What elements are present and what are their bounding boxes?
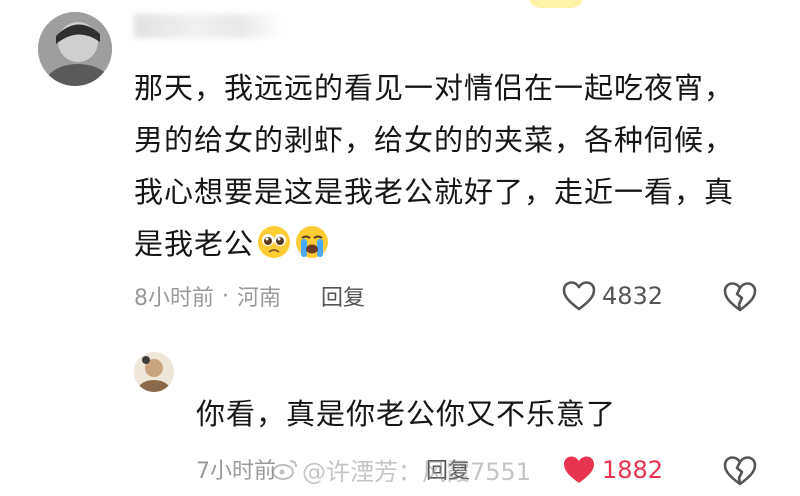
like-count: 4832	[602, 282, 664, 310]
pleading-face-emoji	[258, 226, 291, 258]
top-highlight-pill	[528, 0, 584, 8]
loudly-crying-face-emoji	[296, 226, 329, 258]
reply-like-button[interactable]: 1882	[562, 450, 663, 490]
like-button[interactable]: 4832	[562, 276, 663, 316]
reply-time: 7小时前	[196, 459, 276, 484]
comment-location: 河南	[237, 286, 282, 311]
reply-broken-heart-icon[interactable]	[720, 450, 760, 490]
comment-meta: 8小时前 · 河南 回复	[134, 278, 365, 314]
reply-like-count: 1882	[602, 456, 664, 484]
comment-text: 那天，我远远的看见一对情侣在一起吃夜宵，男的给女的剥虾，给女的的夹菜，各种伺候，…	[134, 71, 735, 261]
reply-button[interactable]: 回复	[321, 280, 365, 312]
comment-username[interactable]	[132, 12, 272, 34]
reply-avatar[interactable]	[134, 352, 174, 392]
reply-reply-button[interactable]: 回复	[426, 453, 470, 485]
reply-text: 你看，真是你老公你又不乐意了	[196, 397, 617, 431]
broken-heart-icon[interactable]	[720, 276, 760, 316]
comment-body: 那天，我远远的看见一对情侣在一起吃夜宵，男的给女的剥虾，给女的的夹菜，各种伺候，…	[134, 62, 744, 270]
meta-separator: ·	[222, 283, 229, 309]
avatar[interactable]	[38, 12, 112, 86]
comment-time: 8小时前	[134, 286, 214, 311]
heart-outline-icon	[562, 281, 596, 311]
reply-meta: 7小时前 回复	[196, 452, 470, 486]
heart-filled-icon	[564, 456, 594, 483]
